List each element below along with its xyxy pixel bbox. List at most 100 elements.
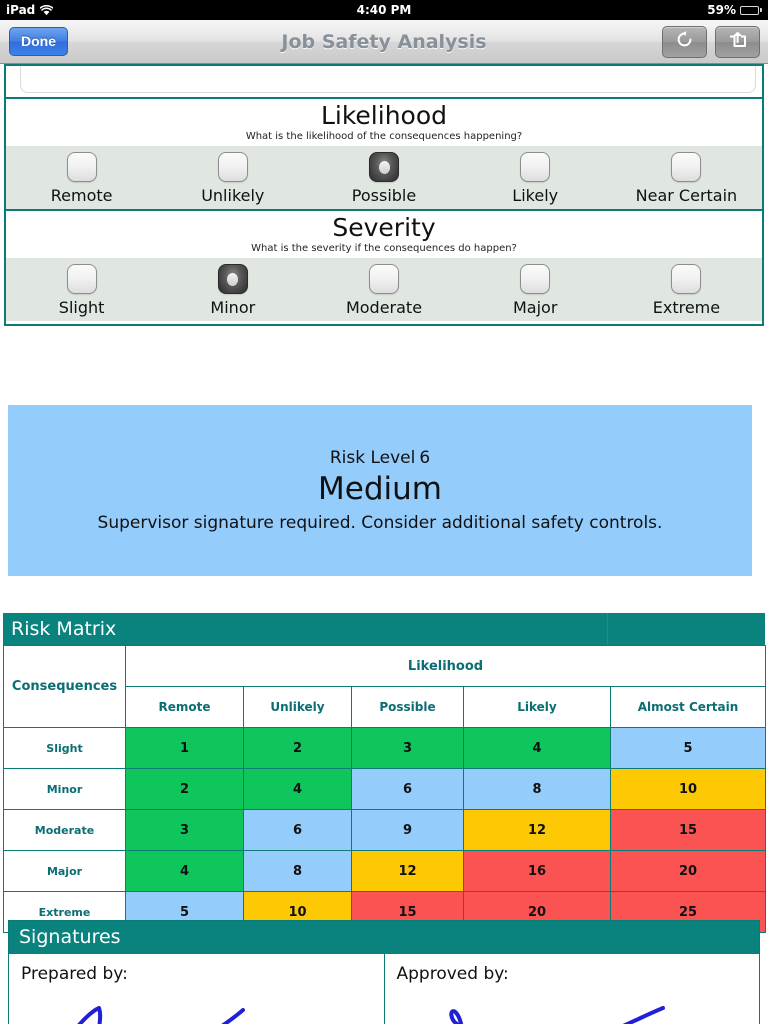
matrix-cell-moderate-unlikely: 6 <box>243 809 352 851</box>
matrix-cell-major-possible: 12 <box>351 850 464 892</box>
battery-percent-label: 59% <box>707 3 736 17</box>
approved-by-label: Approved by: <box>396 964 509 984</box>
approved-by-signature-area[interactable]: X <box>397 984 748 1024</box>
page-title: Job Safety Analysis <box>281 30 487 53</box>
radio-button-selected[interactable] <box>217 264 248 294</box>
radio-button[interactable] <box>217 152 248 182</box>
radio-button[interactable] <box>520 264 551 294</box>
severity-option-minor[interactable]: Minor <box>157 264 308 317</box>
matrix-cell-slight-remote: 1 <box>125 727 244 769</box>
risk-level-value: 6 <box>419 447 431 468</box>
approved-by-cell[interactable]: Approved by: X <box>383 954 760 1024</box>
matrix-row-label-minor: Minor <box>3 768 126 810</box>
option-label: Major <box>513 298 558 317</box>
risk-rating: Medium <box>318 470 442 507</box>
table-row: Slight 1 2 3 4 5 <box>3 727 767 769</box>
likelihood-option-unlikely[interactable]: Unlikely <box>157 152 308 205</box>
form-scroll-area[interactable]: Likelihood What is the likelihood of the… <box>0 64 768 1024</box>
refresh-button[interactable] <box>662 25 707 58</box>
matrix-row-label-moderate: Moderate <box>3 809 126 851</box>
share-icon <box>728 31 748 52</box>
matrix-cell-minor-remote: 2 <box>125 768 244 810</box>
option-label: Unlikely <box>201 186 265 205</box>
matrix-col-likely: Likely <box>463 686 611 728</box>
prepared-by-signature-area[interactable]: X <box>21 984 372 1024</box>
risk-description: Supervisor signature required. Consider … <box>97 513 663 534</box>
table-row: Moderate 3 6 9 12 15 <box>3 809 767 851</box>
option-label: Near Certain <box>635 186 738 205</box>
severity-section: Severity What is the severity if the con… <box>6 211 762 321</box>
severity-subtitle: What is the severity if the consequences… <box>251 243 517 254</box>
likelihood-subtitle: What is the likelihood of the consequenc… <box>245 131 523 142</box>
risk-level-label: Risk Level <box>329 447 416 468</box>
likelihood-title: Likelihood <box>320 101 448 130</box>
header-divider <box>607 613 608 645</box>
matrix-cell-moderate-almost-certain: 15 <box>609 809 767 851</box>
option-label: Remote <box>50 186 113 205</box>
matrix-col-almost-certain: Almost Certain <box>609 686 767 728</box>
status-bar-left: iPad <box>6 3 54 17</box>
prepared-by-signature-ink <box>77 1006 245 1024</box>
radio-button[interactable] <box>66 152 97 182</box>
risk-assessment-panel: Likelihood What is the likelihood of the… <box>4 64 764 326</box>
status-bar-right: 59% <box>707 3 762 17</box>
severity-option-moderate[interactable]: Moderate <box>308 264 459 317</box>
option-label: Extreme <box>652 298 721 317</box>
radio-button[interactable] <box>671 264 702 294</box>
likelihood-option-likely[interactable]: Likely <box>460 152 611 205</box>
risk-matrix-section: Risk Matrix Consequences Likelihood Remo… <box>3 613 767 933</box>
matrix-header-row-1: Consequences Likelihood <box>3 645 767 728</box>
table-row: Minor 2 4 6 8 10 <box>3 768 767 810</box>
risk-level-line: Risk Level 6 <box>330 448 430 468</box>
matrix-likelihood-label: Likelihood <box>124 645 767 687</box>
matrix-cell-major-likely: 16 <box>463 850 611 892</box>
likelihood-option-possible[interactable]: Possible <box>308 152 459 205</box>
matrix-cell-minor-almost-certain: 10 <box>609 768 767 810</box>
option-label: Slight <box>58 298 105 317</box>
risk-level-banner: Risk Level 6 Medium Supervisor signature … <box>8 405 752 576</box>
likelihood-option-remote[interactable]: Remote <box>6 152 157 205</box>
ios-status-bar: iPad 4:40 PM 59% <box>0 0 768 20</box>
radio-button[interactable] <box>369 264 399 294</box>
likelihood-section: Likelihood What is the likelihood of the… <box>6 99 762 209</box>
share-button[interactable] <box>715 25 760 58</box>
matrix-cell-slight-almost-certain: 5 <box>609 727 767 769</box>
battery-icon <box>740 5 762 15</box>
risk-matrix-title: Risk Matrix <box>11 618 117 640</box>
table-row: Major 4 8 12 16 20 <box>3 850 767 892</box>
notes-input[interactable] <box>20 66 756 93</box>
matrix-cell-major-unlikely: 8 <box>243 850 352 892</box>
severity-option-major[interactable]: Major <box>460 264 611 317</box>
matrix-cell-slight-unlikely: 2 <box>243 727 352 769</box>
matrix-cell-slight-likely: 4 <box>463 727 611 769</box>
matrix-cell-moderate-possible: 9 <box>351 809 464 851</box>
severity-option-slight[interactable]: Slight <box>6 264 157 317</box>
severity-option-extreme[interactable]: Extreme <box>611 264 762 317</box>
radio-button[interactable] <box>66 264 97 294</box>
option-label: Moderate <box>345 298 423 317</box>
matrix-row-label-slight: Slight <box>3 727 126 769</box>
likelihood-options: Remote Unlikely Possible Likely Near Cer… <box>6 146 762 209</box>
matrix-col-remote: Remote <box>125 686 244 728</box>
matrix-corner-label: Consequences <box>3 645 126 728</box>
matrix-col-possible: Possible <box>351 686 464 728</box>
wifi-icon <box>39 4 54 16</box>
matrix-cell-minor-possible: 6 <box>351 768 464 810</box>
matrix-cell-slight-possible: 3 <box>351 727 464 769</box>
matrix-cell-major-almost-certain: 20 <box>609 850 767 892</box>
radio-button[interactable] <box>671 152 702 182</box>
device-name-label: iPad <box>6 3 36 17</box>
matrix-cell-minor-likely: 8 <box>463 768 611 810</box>
likelihood-option-near-certain[interactable]: Near Certain <box>611 152 762 205</box>
matrix-cell-moderate-remote: 3 <box>125 809 244 851</box>
option-label: Likely <box>512 186 559 205</box>
matrix-cell-minor-unlikely: 4 <box>243 768 352 810</box>
refresh-icon <box>676 31 693 52</box>
done-button[interactable]: Done <box>9 27 68 56</box>
radio-button[interactable] <box>520 152 551 182</box>
radio-button-selected[interactable] <box>369 152 399 182</box>
matrix-body: Slight 1 2 3 4 5 Minor 2 4 6 8 10 Modera… <box>3 727 767 933</box>
prepared-by-cell[interactable]: Prepared by: X <box>9 954 384 1024</box>
matrix-col-unlikely: Unlikely <box>243 686 352 728</box>
matrix-cell-moderate-likely: 12 <box>463 809 611 851</box>
